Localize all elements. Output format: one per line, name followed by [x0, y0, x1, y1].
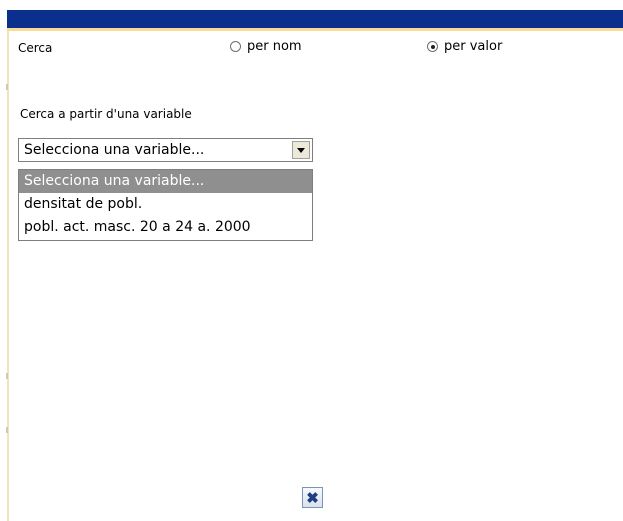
radio-per-nom[interactable]: per nom	[230, 39, 302, 54]
left-border-mark	[6, 84, 8, 90]
left-border-mark	[6, 373, 8, 379]
chevron-down-icon[interactable]	[292, 141, 310, 159]
radio-per-valor-circle[interactable]	[427, 41, 438, 52]
radio-per-nom-circle[interactable]	[230, 41, 241, 52]
radio-per-valor[interactable]: per valor	[427, 39, 502, 54]
left-border-mark	[6, 427, 8, 433]
search-label: Cerca	[18, 41, 53, 55]
left-border	[7, 31, 9, 521]
radio-per-valor-label: per valor	[444, 39, 503, 54]
close-icon: ✖	[306, 489, 319, 507]
radio-per-nom-label: per nom	[247, 39, 302, 54]
variable-select-value: Selecciona una variable...	[24, 142, 205, 158]
title-bar	[7, 10, 623, 28]
variable-dropdown-list: Selecciona una variable... densitat de p…	[18, 169, 313, 241]
variable-label: Cerca a partir d'una variable	[20, 107, 192, 121]
dropdown-option[interactable]: Selecciona una variable...	[19, 170, 312, 193]
dropdown-option[interactable]: pobl. act. masc. 20 a 24 a. 2000	[19, 216, 312, 239]
dropdown-option[interactable]: densitat de pobl.	[19, 193, 312, 216]
accent-line	[7, 28, 623, 31]
close-button[interactable]: ✖	[302, 487, 323, 508]
variable-select[interactable]: Selecciona una variable...	[18, 138, 313, 162]
